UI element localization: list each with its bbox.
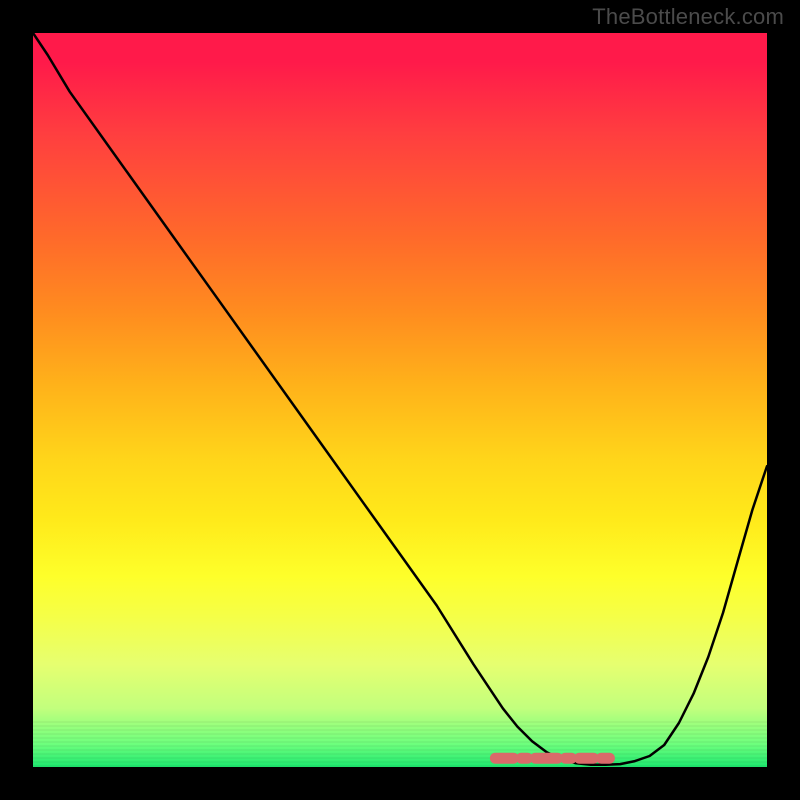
bottleneck-curve-path	[33, 33, 767, 765]
watermark-text: TheBottleneck.com	[592, 4, 784, 30]
curve-layer	[33, 33, 767, 767]
chart-frame: TheBottleneck.com	[0, 0, 800, 800]
plot-area	[33, 33, 767, 767]
